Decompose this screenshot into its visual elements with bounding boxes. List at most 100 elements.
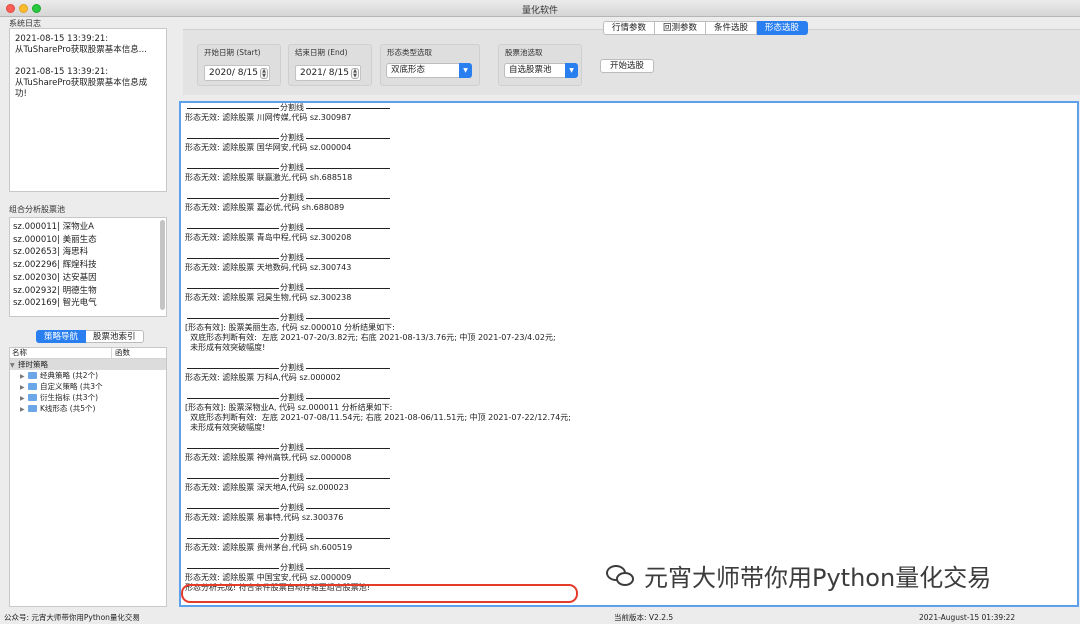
output-line: 形态无效: 滤除股票 易事特,代码 sz.300376 (185, 513, 344, 522)
system-log[interactable]: 2021-08-15 13:39:21: 从TuSharePro获取股票基本信息… (9, 28, 167, 192)
output-line: 形态无效: 滤除股票 青岛中程,代码 sz.300208 (185, 233, 352, 242)
chevron-down-icon[interactable]: ▼ (565, 63, 578, 78)
stock-pool-select-label: 股票池选取 (505, 48, 543, 57)
column-header-function[interactable]: 函数 (112, 348, 130, 358)
end-date-field[interactable]: 2021/ 8/15 ▲ ▼ (295, 65, 361, 81)
date-stepper[interactable]: ▲ ▼ (260, 68, 268, 79)
output-blank-line (185, 353, 1077, 363)
tab-stock-pool-index[interactable]: 股票池索引 (86, 330, 144, 343)
list-item[interactable]: sz.002653| 海思科 (13, 246, 163, 259)
tab-market-params[interactable]: 行情参数 (603, 21, 656, 35)
separator-line: 分割线 (185, 533, 1077, 543)
stock-pool-group: 股票池选取 自选股票池 ▼ (498, 44, 582, 86)
tree-item[interactable]: ▶ 经典策略 (共2个) (10, 370, 166, 381)
tree-item[interactable]: ▶ K线形态 (共5个) (10, 403, 166, 414)
output-blank-line (185, 523, 1077, 533)
output-blank-line (185, 153, 1077, 163)
separator-line: 分割线 (185, 363, 1077, 373)
list-item[interactable]: sz.002932| 明德生物 (13, 285, 163, 298)
output-line: 形态无效: 滤除股票 贵州茅台,代码 sh.600519 (185, 543, 353, 552)
output-blank-line (185, 383, 1077, 393)
status-version: 当前版本: V2.2.5 (614, 613, 674, 622)
separator-line: 分割线 (185, 393, 1077, 403)
output-line: [形态有效]: 股票深物业A, 代码 sz.000011 分析结果如下: (185, 403, 393, 412)
start-date-label: 开始日期 (Start) (204, 48, 261, 57)
output-line: 未形成有效突破幅度! (185, 423, 266, 432)
output-line: 形态无效: 滤除股票 神州高铁,代码 sz.000008 (185, 453, 352, 462)
tree-root[interactable]: ▼ 择时策略 (10, 359, 166, 370)
nav-tabs: 策略导航 股票池索引 (36, 330, 144, 343)
wechat-icon (604, 560, 638, 590)
stock-pool-label: 组合分析股票池 (9, 205, 65, 214)
folder-icon (28, 405, 37, 412)
folder-icon (28, 372, 37, 379)
chevron-down-icon[interactable]: ▼ (459, 63, 472, 78)
stock-pool-scrollbar[interactable] (160, 220, 165, 310)
start-date-group: 开始日期 (Start) 2020/ 8/15 ▲ ▼ (197, 44, 281, 86)
tab-backtest-params[interactable]: 回测参数 (655, 21, 707, 35)
output-line: 形态无效: 滤除股票 联赢激光,代码 sh.688518 (185, 173, 353, 182)
output-line: 形态无效: 滤除股票 嘉必优,代码 sh.688089 (185, 203, 345, 212)
separator-line: 分割线 (185, 503, 1077, 513)
chevron-right-icon[interactable]: ▶ (20, 404, 28, 415)
date-stepper[interactable]: ▲ ▼ (351, 68, 359, 79)
control-panel: 开始日期 (Start) 2020/ 8/15 ▲ ▼ 结束日期 (End) 20… (183, 29, 1080, 95)
highlight-circle (181, 584, 578, 603)
status-datetime: 2021-August-15 01:39:22 (919, 613, 1016, 622)
output-line: 双底形态判断有效: 左底 2021-07-08/11.54元; 右底 2021-… (185, 413, 571, 422)
pattern-type-label: 形态类型选取 (387, 48, 432, 57)
watermark: 元宵大师带你用Python量化交易 (604, 558, 991, 592)
separator-line: 分割线 (185, 473, 1077, 483)
list-item[interactable]: sz.002296| 辉煌科技 (13, 259, 163, 272)
list-item[interactable]: sz.000011| 深物业A (13, 221, 163, 234)
separator-line: 分割线 (185, 133, 1077, 143)
tab-pattern-selection[interactable]: 形态选股 (757, 21, 809, 35)
tree-item[interactable]: ▶ 衍生指标 (共3个) (10, 392, 166, 403)
output-blank-line (185, 123, 1077, 133)
window-title: 量化软件 (521, 6, 558, 16)
list-item[interactable]: sz.000010| 美丽生态 (13, 234, 163, 247)
tree-item[interactable]: ▶ 自定义策略 (共3个 (10, 381, 166, 392)
status-account: 公众号: 元宵大师带你用Python量化交易 (4, 613, 140, 622)
output-blank-line (185, 493, 1077, 503)
start-selection-button[interactable]: 开始选股 (600, 59, 654, 73)
output-blank-line (185, 183, 1077, 193)
title-bar: 量化软件 (0, 0, 1080, 17)
separator-line: 分割线 (185, 283, 1077, 293)
separator-line: 分割线 (185, 253, 1077, 263)
separator-line: 分割线 (185, 193, 1077, 203)
output-line: [形态有效]: 股票美丽生态, 代码 sz.000010 分析结果如下: (185, 323, 395, 332)
separator-line: 分割线 (185, 313, 1077, 323)
output-blank-line (185, 433, 1077, 443)
tree-header: 名称 函数 (10, 348, 166, 359)
list-item[interactable]: sz.002030| 达安基因 (13, 272, 163, 285)
tab-strategy-nav[interactable]: 策略导航 (36, 330, 87, 343)
output-line: 双底形态判断有效: 左底 2021-07-20/3.82元; 右底 2021-0… (185, 333, 556, 342)
list-item[interactable]: sz.002169| 智光电气 (13, 297, 163, 310)
end-date-label: 结束日期 (End) (295, 48, 348, 57)
pattern-type-group: 形态类型选取 双底形态 ▼ (380, 44, 480, 86)
output-blank-line (185, 243, 1077, 253)
stock-pool-select[interactable]: 自选股票池 ▼ (504, 63, 578, 78)
pattern-type-select[interactable]: 双底形态 ▼ (386, 63, 472, 78)
column-header-name[interactable]: 名称 (10, 348, 112, 358)
output-line: 形态无效: 滤除股票 川网传媒,代码 sz.300987 (185, 113, 352, 122)
strategy-tree: 名称 函数 ▼ 择时策略 ▶ 经典策略 (共2个) ▶ 自定义策略 (共3个 ▶ 衍生指… (9, 347, 167, 607)
folder-icon (28, 383, 37, 390)
stock-pool-list[interactable]: sz.000011| 深物业A sz.000010| 美丽生态 sz.00265… (9, 217, 167, 317)
top-tabs: 行情参数 回测参数 条件选股 形态选股 (603, 21, 809, 35)
log-entry: 2021-08-15 13:39:21: 从TuSharePro获取股票基本信息… (15, 67, 148, 99)
tab-condition-selection[interactable]: 条件选股 (706, 21, 758, 35)
output-blank-line (185, 273, 1077, 283)
folder-icon (28, 394, 37, 401)
separator-line: 分割线 (185, 163, 1077, 173)
output-blank-line (185, 213, 1077, 223)
start-date-field[interactable]: 2020/ 8/15 ▲ ▼ (204, 65, 270, 81)
output-line: 形态无效: 滤除股票 国华网安,代码 sz.000004 (185, 143, 352, 152)
separator-line: 分割线 (185, 103, 1077, 113)
output-line: 形态无效: 滤除股票 天地数码,代码 sz.300743 (185, 263, 352, 272)
output-line: 形态无效: 滤除股票 冠昊生物,代码 sz.300238 (185, 293, 352, 302)
output-text-area[interactable]: 分割线 形态无效: 滤除股票 川网传媒,代码 sz.300987 分割线 形态无效: … (179, 101, 1079, 607)
output-line: 未形成有效突破幅度! (185, 343, 266, 352)
output-line: 形态无效: 滤除股票 万科A,代码 sz.000002 (185, 373, 341, 382)
